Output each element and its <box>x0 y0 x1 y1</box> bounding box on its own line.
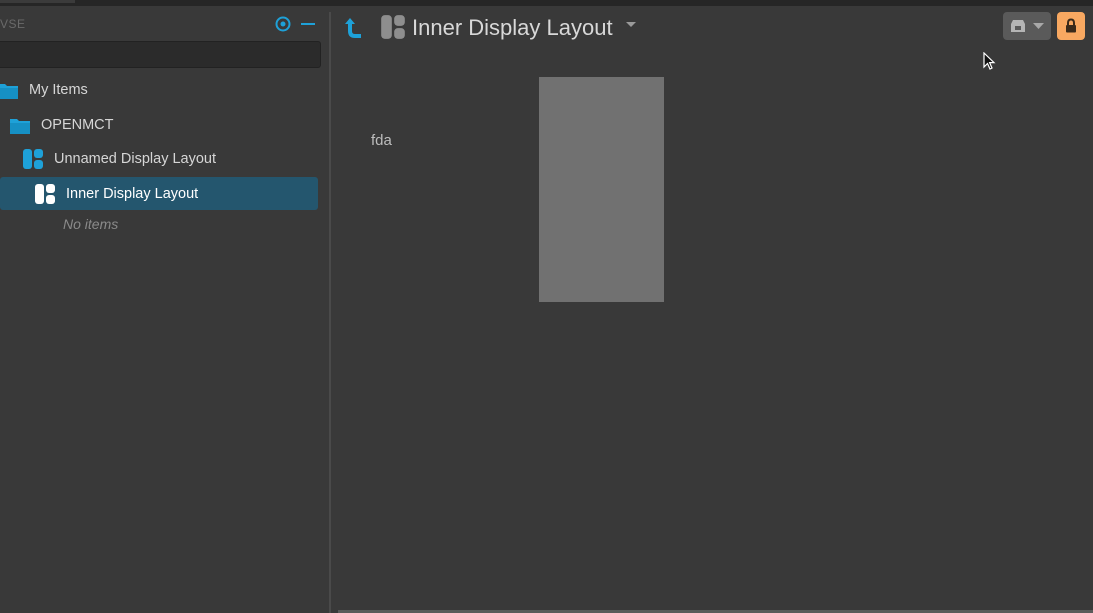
object-view: Inner Display Layout fda <box>331 6 1093 613</box>
top-strip-segment <box>0 0 75 3</box>
tree-item-openmct[interactable]: OPENMCT <box>9 110 317 140</box>
lock-icon <box>1066 18 1076 33</box>
mouse-cursor-icon <box>983 52 996 70</box>
navigate-up-icon[interactable] <box>341 15 363 39</box>
layout-box-element[interactable] <box>539 77 664 302</box>
folder-icon <box>0 84 18 99</box>
display-layout-icon <box>23 149 43 169</box>
layout-text-element[interactable]: fda <box>371 132 392 149</box>
no-items-text: No items <box>63 216 119 232</box>
folder-icon <box>10 119 30 134</box>
display-layout-icon <box>381 15 405 39</box>
tree-item-unnamed-display-layout[interactable]: Unnamed Display Layout <box>22 144 317 174</box>
view-switcher-icon <box>1011 20 1025 32</box>
chevron-down-icon <box>1033 23 1044 29</box>
collapse-pane-icon[interactable] <box>300 16 316 32</box>
tree-item-inner-display-layout[interactable]: Inner Display Layout <box>0 177 318 210</box>
layout-canvas: fda <box>331 50 1093 613</box>
display-layout-icon <box>35 183 55 204</box>
chevron-down-icon[interactable] <box>625 21 637 29</box>
locate-icon[interactable] <box>275 16 291 32</box>
tree-item-label: Unnamed Display Layout <box>54 151 217 167</box>
search-input[interactable] <box>0 41 321 68</box>
browse-pane: VSE My Items OPENMCT Unnamed Display Lay… <box>0 6 329 613</box>
object-title[interactable]: Inner Display Layout <box>412 15 613 41</box>
browse-title: VSE <box>0 17 26 31</box>
tree-item-label: OPENMCT <box>41 117 114 133</box>
tree-item-label: Inner Display Layout <box>66 185 199 202</box>
tree-item-my-items[interactable]: My Items <box>0 75 317 105</box>
lock-button[interactable] <box>1057 12 1085 40</box>
view-switcher-button[interactable] <box>1003 12 1051 40</box>
tree-item-label: My Items <box>29 82 88 98</box>
browse-header: VSE <box>0 16 329 34</box>
